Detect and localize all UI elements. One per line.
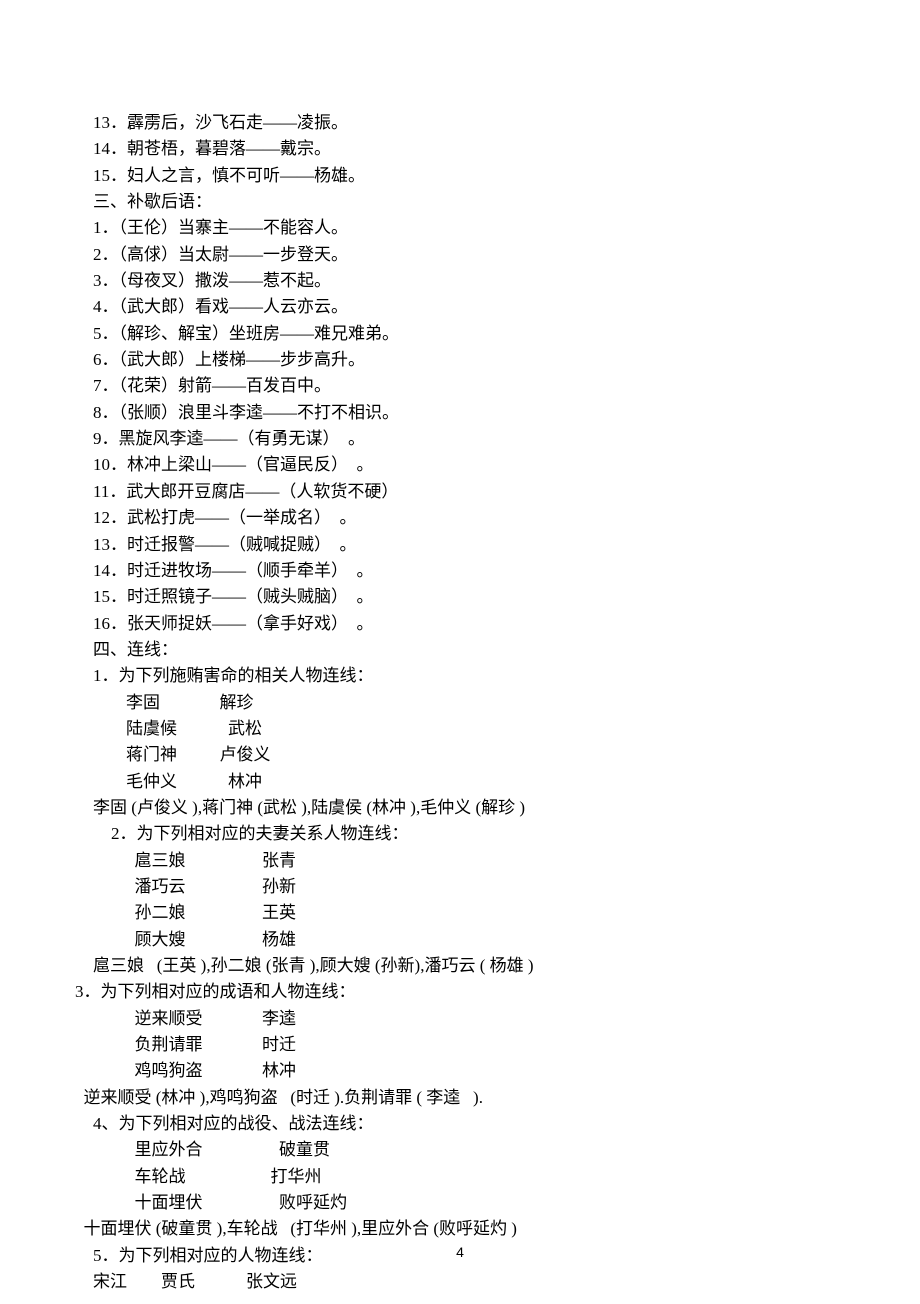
- text-line: 11．武大郎开豆腐店——（人软货不硬）: [75, 479, 845, 505]
- text-line: 10．林冲上梁山——（官逼民反） 。: [75, 452, 845, 478]
- text-line: 9．黑旋风李逵——（有勇无谋） 。: [75, 426, 845, 452]
- text-line: 15．时迁照镜子——（贼头贼脑） 。: [75, 584, 845, 610]
- text-line: 16．张天师捉妖——（拿手好戏） 。: [75, 611, 845, 637]
- page-number: 4: [0, 1242, 920, 1264]
- text-line: 扈三娘 (王英 ),孙二娘 (张青 ),顾大嫂 (孙新),潘巧云 ( 杨雄 ): [75, 953, 845, 979]
- text-line: 5．（解珍、解宝）坐班房——难兄难弟。: [75, 321, 845, 347]
- text-line: 8．（张顺）浪里斗李逵——不打不相识。: [75, 400, 845, 426]
- text-line: 2．（高俅）当太尉——一步登天。: [75, 242, 845, 268]
- text-line: 四、连线：: [75, 637, 845, 663]
- text-line: 陆虞候 武松: [75, 716, 845, 742]
- text-line: 潘巧云 孙新: [75, 874, 845, 900]
- text-line: 12．武松打虎——（一举成名） 。: [75, 505, 845, 531]
- text-line: 车轮战 打华州: [75, 1164, 845, 1190]
- text-line: 逆来顺受 李逵: [75, 1006, 845, 1032]
- text-line: 4、为下列相对应的战役、战法连线：: [75, 1111, 845, 1137]
- text-line: 扈三娘 张青: [75, 848, 845, 874]
- text-line: 14．朝苍梧，暮碧落——戴宗。: [75, 136, 845, 162]
- text-line: 1．（王伦）当寨主——不能容人。: [75, 215, 845, 241]
- text-line: 6．（武大郎）上楼梯——步步高升。: [75, 347, 845, 373]
- text-line: 十面埋伏 败呼延灼: [75, 1190, 845, 1216]
- text-line: 2．为下列相对应的夫妻关系人物连线：: [75, 821, 845, 847]
- text-line: 1．为下列施贿害命的相关人物连线：: [75, 663, 845, 689]
- text-line: 13．霹雳后，沙飞石走——凌振。: [75, 110, 845, 136]
- text-line: 李固 解珍: [75, 690, 845, 716]
- text-line: 李固 (卢俊义 ),蒋门神 (武松 ),陆虞侯 (林冲 ),毛仲义 (解珍 ): [75, 795, 845, 821]
- text-line: 十面埋伏 (破童贯 ),车轮战 (打华州 ),里应外合 (败呼延灼 ): [75, 1216, 845, 1242]
- text-line: 宋江 贾氏 张文远: [75, 1269, 845, 1295]
- text-line: 3．（母夜叉）撒泼——惹不起。: [75, 268, 845, 294]
- text-line: 14．时迁进牧场——（顺手牵羊） 。: [75, 558, 845, 584]
- text-line: 7．（花荣）射箭——百发百中。: [75, 373, 845, 399]
- text-line: 鸡鸣狗盗 林冲: [75, 1058, 845, 1084]
- text-line: 3．为下列相对应的成语和人物连线：: [75, 979, 845, 1005]
- text-line: 4．（武大郎）看戏——人云亦云。: [75, 294, 845, 320]
- text-line: 顾大嫂 杨雄: [75, 927, 845, 953]
- text-line: 里应外合 破童贯: [75, 1137, 845, 1163]
- text-line: 负荆请罪 时迁: [75, 1032, 845, 1058]
- text-line: 孙二娘 王英: [75, 900, 845, 926]
- document-body: 13．霹雳后，沙飞石走——凌振。14．朝苍梧，暮碧落——戴宗。15．妇人之言，慎…: [75, 110, 845, 1295]
- text-line: 13．时迁报警——（贼喊捉贼） 。: [75, 532, 845, 558]
- text-line: 毛仲义 林冲: [75, 769, 845, 795]
- text-line: 逆来顺受 (林冲 ),鸡鸣狗盗 (时迁 ).负荆请罪 ( 李逵 ).: [75, 1085, 845, 1111]
- text-line: 蒋门神 卢俊义: [75, 742, 845, 768]
- text-line: 15．妇人之言，慎不可听——杨雄。: [75, 163, 845, 189]
- text-line: 三、补歇后语：: [75, 189, 845, 215]
